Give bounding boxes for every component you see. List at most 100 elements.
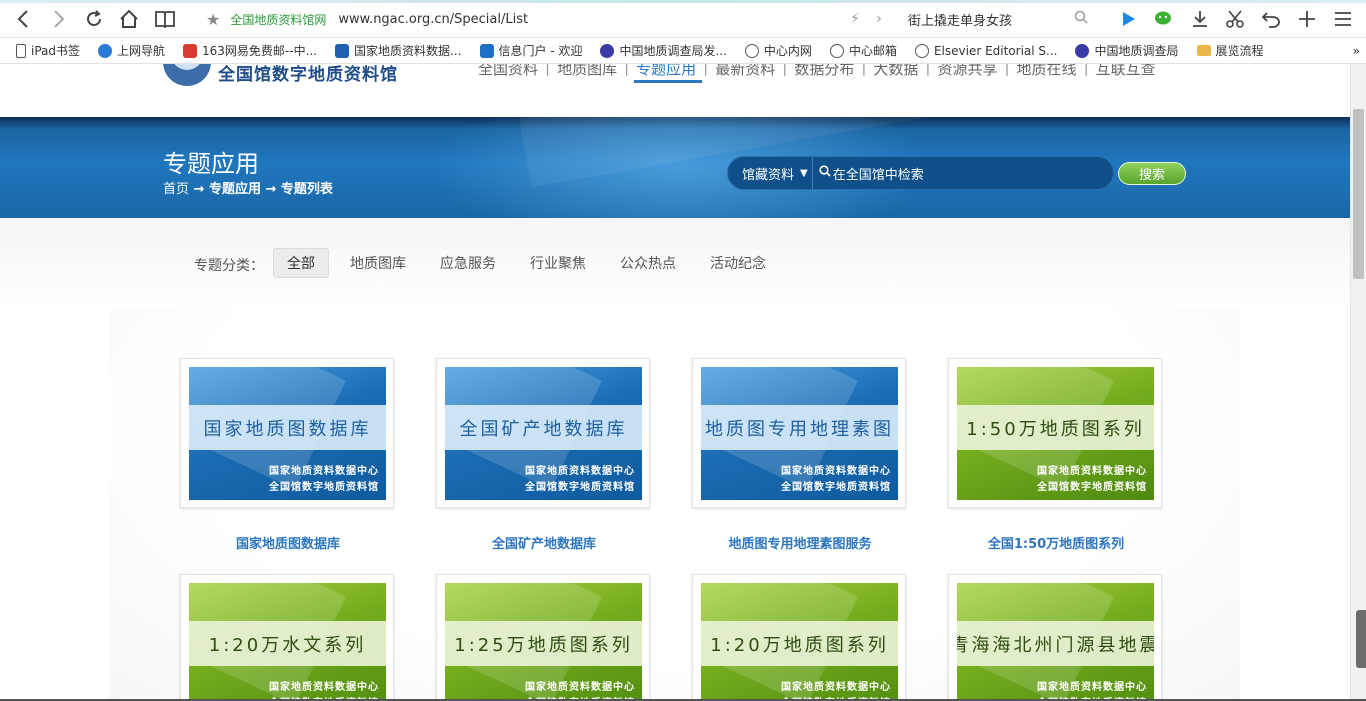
topic-card[interactable]: 国家地质图数据库 国家地质资料数据中心 全国馆数字地质资料馆 (180, 358, 394, 508)
browser-search-box[interactable]: 街上撬走单身女孩 (898, 6, 1096, 32)
topic-card-thumbnail[interactable]: 1:20万水文系列国家地质资料数据中心全国馆数字地质资料馆 (189, 583, 386, 701)
bookmark-item[interactable]: 展览流程 (1196, 42, 1264, 59)
bookmarks-overflow-icon[interactable]: » (1353, 44, 1360, 58)
nav-separator: | (545, 64, 551, 76)
topic-card[interactable]: 1:20万水文系列国家地质资料数据中心全国馆数字地质资料馆 (180, 574, 394, 701)
back-icon[interactable] (10, 7, 36, 31)
topic-card[interactable]: 1:25万地质图系列国家地质资料数据中心全国馆数字地质资料馆 (436, 574, 650, 701)
filter-option[interactable]: 应急服务 (427, 248, 509, 278)
bookmark-label: 上网导航 (117, 44, 166, 58)
topic-card-thumbnail[interactable]: 地质图专用地理素图 国家地质资料数据中心 全国馆数字地质资料馆 (701, 367, 898, 500)
filter-option[interactable]: 活动纪念 (697, 248, 779, 278)
wechat-icon[interactable] (1151, 7, 1177, 31)
main-nav: 全国资料 | 地质图库 | 专题应用 | 最新资料 | 数据分布 | 大数据 | 资源共享 | 地质在线 | 互… (472, 64, 1162, 83)
breadcrumb: 首页 → 专题应用 → 专题列表 (163, 178, 333, 197)
topic-card-org-line2: 全国馆数字地质资料馆 (781, 482, 891, 493)
toolbar-top-accent (0, 0, 1366, 3)
reader-icon[interactable] (152, 7, 178, 31)
nav-item[interactable]: 地质在线 (1011, 64, 1083, 79)
play-icon[interactable] (1115, 7, 1141, 31)
topic-card-thumbnail[interactable]: 1:20万地质图系列国家地质资料数据中心全国馆数字地质资料馆 (701, 583, 898, 701)
topic-card-thumbnail[interactable]: 国家地质图数据库 国家地质资料数据中心 全国馆数字地质资料馆 (189, 367, 386, 500)
bookmark-label: 信息门户 - 欢迎 (498, 44, 583, 58)
new-tab-icon[interactable] (1294, 7, 1320, 31)
nav-item[interactable]: 互联互查 (1090, 64, 1162, 79)
page-content: 全国馆数字地质资料馆 全国资料 | 地质图库 | 专题应用 | 最新资料 | 数据分布 | 大数据 |… (0, 64, 1350, 701)
breadcrumb-home-link[interactable]: 首页 (163, 182, 189, 197)
bookmark-item[interactable]: 信息门户 - 欢迎 (479, 42, 583, 59)
caret-down-icon: ▼ (800, 167, 808, 179)
topic-card[interactable]: 1:20万地质图系列国家地质资料数据中心全国馆数字地质资料馆 (692, 574, 906, 701)
site-logo-text[interactable]: 全国馆数字地质资料馆 (218, 64, 398, 85)
topic-card[interactable]: 青海海北州门源县地震国家地质资料数据中心全国馆数字地质资料馆 (948, 574, 1162, 701)
home-icon[interactable] (116, 7, 142, 31)
bookmark-item[interactable]: 中国地质调查局发... (600, 42, 727, 59)
undo-icon[interactable] (1258, 7, 1284, 31)
nav-separator: | (1083, 64, 1089, 76)
nav-item[interactable]: 大数据 (867, 64, 924, 79)
site-logo-icon[interactable] (163, 64, 211, 86)
topic-card-thumbnail[interactable]: 青海海北州门源县地震国家地质资料数据中心全国馆数字地质资料馆 (957, 583, 1154, 701)
site-search-input[interactable]: 在全国馆中检索 (813, 164, 924, 183)
globe-icon (914, 43, 929, 58)
nav-item[interactable]: 数据分布 (788, 64, 860, 79)
nav-separator: | (1004, 64, 1010, 76)
topic-card[interactable]: 地质图专用地理素图 国家地质资料数据中心 全国馆数字地质资料馆 (692, 358, 906, 508)
bookmark-item[interactable]: 国家地质资料数据... (335, 42, 462, 59)
site-name-label: 全国地质资料馆网 (230, 12, 327, 27)
topic-card[interactable]: 1:50万地质图系列 国家地质资料数据中心 全国馆数字地质资料馆 (948, 358, 1162, 508)
bookmark-label: 展览流程 (1215, 44, 1264, 58)
site-search-button[interactable]: 搜索 (1118, 162, 1186, 185)
filter-option[interactable]: 地质图库 (337, 248, 419, 278)
bookmark-item[interactable]: 上网导航 (98, 42, 165, 59)
topic-card-thumbnail[interactable]: 1:25万地质图系列国家地质资料数据中心全国馆数字地质资料馆 (445, 583, 642, 701)
lightning-icon[interactable]: ⚡ (842, 7, 868, 31)
page-banner: 专题应用 首页 → 专题应用 → 专题列表 馆藏资料 ▼ 在全国馆中检索 搜索 (0, 117, 1350, 218)
scrollbar-thumb[interactable] (1353, 109, 1364, 279)
topic-card-caption[interactable]: 地质图专用地理素图服务 (680, 533, 920, 552)
nav-item[interactable]: 全国资料 (472, 64, 544, 79)
side-panel-tab[interactable] (1356, 610, 1366, 668)
menu-icon[interactable] (1330, 7, 1356, 31)
vertical-scrollbar[interactable] (1350, 64, 1366, 701)
filter-option[interactable]: 行业聚焦 (517, 248, 599, 278)
url-text[interactable]: www.ngac.org.cn/Special/List (338, 12, 528, 27)
search-icon[interactable] (1074, 10, 1088, 28)
nav-item[interactable]: 最新资料 (709, 64, 781, 79)
bookmark-star-icon[interactable]: ★ (206, 10, 220, 29)
topic-card-caption[interactable]: 全国矿产地数据库 (424, 533, 664, 552)
chevron-right-icon[interactable]: › (866, 7, 892, 31)
search-scope-select[interactable]: 馆藏资料 ▼ (728, 157, 813, 189)
topic-card-org-line1: 国家地质资料数据中心 (525, 682, 635, 693)
cgs-icon (600, 43, 615, 58)
download-icon[interactable] (1187, 7, 1213, 31)
topic-card-org-line1: 国家地质资料数据中心 (1037, 466, 1147, 477)
nav-item[interactable]: 地质图库 (551, 64, 623, 79)
bookmark-item[interactable]: 163网易免费邮--中... (183, 42, 317, 59)
browser-search-text[interactable]: 街上撬走单身女孩 (908, 10, 1012, 29)
site-search-placeholder: 在全国馆中检索 (832, 167, 924, 183)
filter-option[interactable]: 公众热点 (607, 248, 689, 278)
bookmark-item[interactable]: Elsevier Editorial S... (914, 43, 1057, 58)
nav-separator: | (925, 64, 931, 76)
reload-icon[interactable] (81, 7, 107, 31)
address-bar[interactable]: ★ 全国地质资料馆网 www.ngac.org.cn/Special/List (196, 6, 860, 32)
topic-card-band-title: 国家地质图数据库 (189, 405, 386, 450)
nav-item[interactable]: 专题应用 (630, 64, 703, 83)
topic-card-caption[interactable]: 国家地质图数据库 (168, 533, 408, 552)
filter-option[interactable]: 全部 (273, 248, 329, 278)
nav-item[interactable]: 资源共享 (931, 64, 1003, 79)
forward-icon[interactable] (46, 7, 72, 31)
topic-card-thumbnail[interactable]: 1:50万地质图系列 国家地质资料数据中心 全国馆数字地质资料馆 (957, 367, 1154, 500)
search-scope-value: 馆藏资料 (742, 167, 795, 183)
bookmark-item[interactable]: 中心邮箱 (829, 42, 897, 59)
topic-card-band-title: 1:20万地质图系列 (701, 621, 898, 666)
bookmark-item[interactable]: 中国地质调查局 (1075, 42, 1179, 59)
topic-card-thumbnail[interactable]: 全国矿产地数据库 国家地质资料数据中心 全国馆数字地质资料馆 (445, 367, 642, 500)
page-title: 专题应用 (163, 150, 259, 178)
topic-card-caption[interactable]: 全国1:50万地质图系列 (936, 533, 1176, 552)
scissors-icon[interactable] (1222, 7, 1248, 31)
bookmark-item[interactable]: iPad书签 (16, 42, 80, 59)
bookmark-item[interactable]: 中心内网 (744, 42, 812, 59)
topic-card[interactable]: 全国矿产地数据库 国家地质资料数据中心 全国馆数字地质资料馆 (436, 358, 650, 508)
